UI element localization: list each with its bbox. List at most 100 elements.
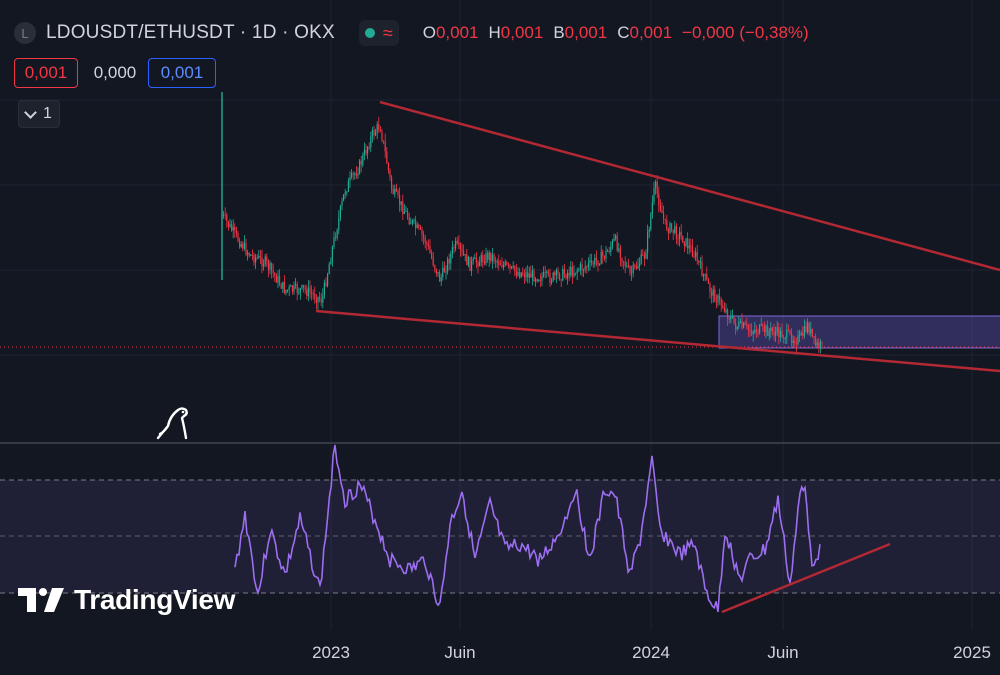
candle-body xyxy=(519,272,521,278)
candle-body xyxy=(648,229,650,233)
candle-body xyxy=(403,211,405,214)
candle-body xyxy=(719,295,721,300)
x-tick-label: 2023 xyxy=(312,643,350,662)
dinosaur-icon[interactable] xyxy=(154,402,194,442)
candle-body xyxy=(736,326,738,330)
candle-body xyxy=(223,214,225,216)
symbol-title[interactable]: LDOUSDT/ETHUSDT · 1D · OKX xyxy=(46,22,335,44)
candle-body xyxy=(800,333,802,336)
candle-body xyxy=(503,264,505,268)
candle-body xyxy=(784,337,786,339)
candle-body xyxy=(595,257,597,261)
candle-body xyxy=(352,173,354,175)
market-status[interactable]: ≈ xyxy=(358,20,399,46)
tradingview-logo[interactable]: TradingView xyxy=(18,584,235,616)
candle-body xyxy=(306,289,308,296)
candle-body xyxy=(802,333,804,337)
candle-body xyxy=(522,272,524,275)
resistance-trendline[interactable] xyxy=(379,100,1000,272)
candle-body xyxy=(539,279,541,281)
candle-body xyxy=(696,252,698,261)
candle-body xyxy=(495,261,497,263)
candle-body xyxy=(714,289,716,302)
candle-body xyxy=(437,272,439,274)
candle-body xyxy=(285,289,287,294)
candle-body xyxy=(320,299,322,303)
candle-body xyxy=(752,331,754,334)
indicators-toggle-button[interactable]: 1 xyxy=(18,100,60,128)
candle-body xyxy=(723,308,725,312)
candle-body xyxy=(629,266,631,274)
symbol-badge[interactable]: L xyxy=(14,22,36,44)
candle-body xyxy=(429,246,431,253)
candle-body xyxy=(346,191,348,193)
candle-body xyxy=(328,264,330,275)
candle-body xyxy=(573,272,575,277)
candle-body xyxy=(669,223,671,233)
x-tick-label: Juin xyxy=(444,643,476,662)
candle-body xyxy=(506,262,508,265)
live-dot-icon xyxy=(364,28,375,38)
buy-button[interactable]: 0,001 xyxy=(148,58,216,88)
candle-body xyxy=(234,226,236,231)
candle-body xyxy=(474,257,476,259)
candle-body xyxy=(658,193,660,206)
candle-body xyxy=(546,271,548,273)
candle-body xyxy=(261,257,263,267)
candle-body xyxy=(610,246,612,252)
candle-body xyxy=(722,305,724,309)
candle-body xyxy=(371,129,373,137)
candle-body xyxy=(237,233,239,242)
candle-body xyxy=(632,264,634,274)
chevron-down-icon xyxy=(24,105,37,119)
candle-body xyxy=(426,242,428,245)
x-tick-label: 2024 xyxy=(632,643,670,662)
candle-body xyxy=(805,326,807,332)
candle-body xyxy=(455,240,457,249)
candle-body xyxy=(271,263,273,271)
candle-body xyxy=(715,301,717,303)
candle-body xyxy=(423,234,425,238)
candle-body xyxy=(520,272,522,278)
candle-body xyxy=(307,287,309,296)
candle-body xyxy=(456,240,458,244)
candle-body xyxy=(751,331,753,334)
candle-body xyxy=(690,245,692,247)
candle-body xyxy=(357,173,359,176)
candle-body xyxy=(600,251,602,265)
candle-body xyxy=(731,316,733,318)
candle-body xyxy=(541,276,543,281)
candle-body xyxy=(621,258,623,262)
candle-body xyxy=(560,279,562,281)
candle-body xyxy=(439,272,441,282)
candle-body xyxy=(447,259,449,272)
candle-body xyxy=(578,269,580,271)
candle-body xyxy=(509,264,511,269)
candle-body xyxy=(743,323,745,328)
candle-body xyxy=(514,265,516,272)
candle-body xyxy=(471,260,473,271)
sell-button[interactable]: 0,001 xyxy=(14,58,78,88)
candle-body xyxy=(765,325,767,332)
candle-body xyxy=(327,274,329,286)
candle-body xyxy=(421,229,423,235)
candle-body xyxy=(424,237,426,243)
candle-body xyxy=(501,265,503,268)
candle-body xyxy=(391,176,393,189)
candle-body xyxy=(688,245,690,249)
candle-body xyxy=(344,192,346,195)
candle-body xyxy=(811,328,813,337)
candle-body xyxy=(256,257,258,259)
candle-body xyxy=(419,227,421,230)
price-chart[interactable] xyxy=(0,0,1000,675)
candle-body xyxy=(663,213,665,219)
candle-body xyxy=(381,131,383,141)
candle-body xyxy=(347,181,349,192)
candle-body xyxy=(263,264,265,267)
candle-body xyxy=(815,336,817,346)
candle-body xyxy=(315,299,317,303)
candle-body xyxy=(330,261,332,265)
candle-body xyxy=(763,325,765,332)
candle-body xyxy=(682,235,684,243)
candle-body xyxy=(413,220,415,222)
